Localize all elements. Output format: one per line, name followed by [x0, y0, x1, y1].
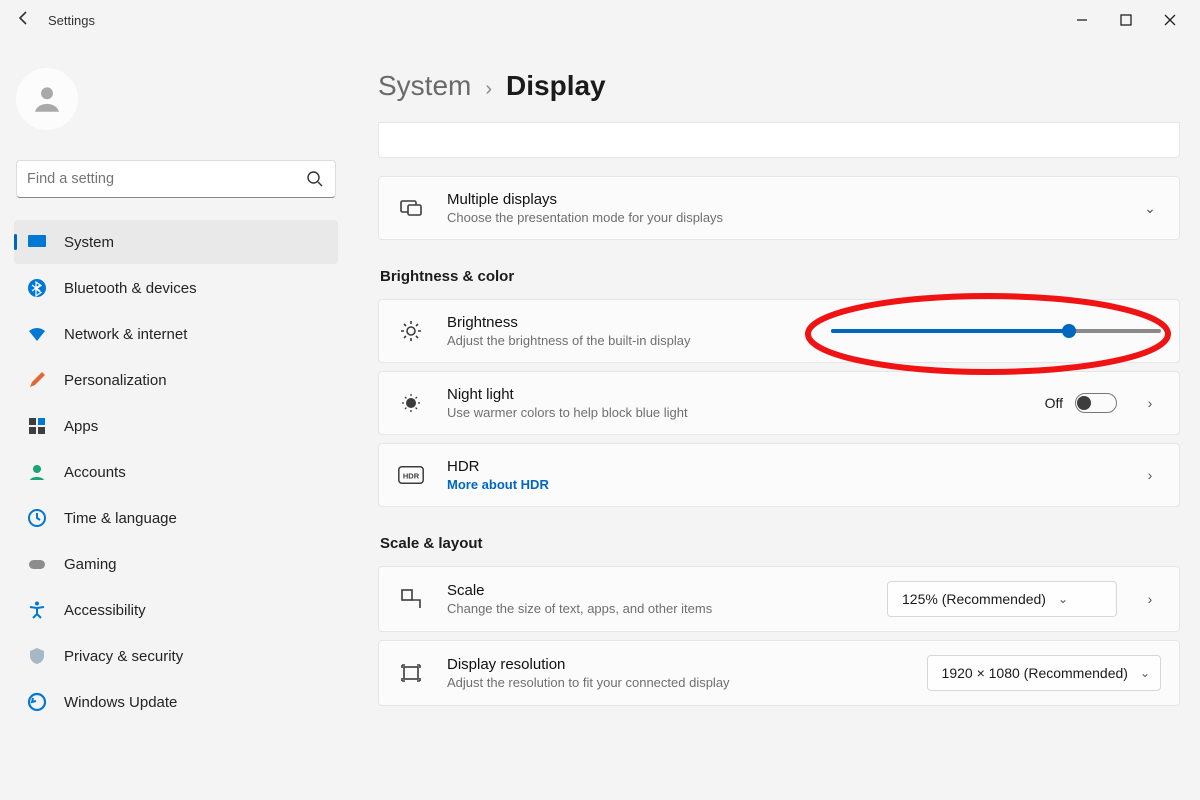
displays-icon: [397, 196, 425, 220]
sidebar-item-accessibility[interactable]: Accessibility: [14, 588, 338, 632]
card-title: HDR: [447, 458, 1117, 475]
bluetooth-icon: [26, 277, 48, 299]
sidebar-item-update[interactable]: Windows Update: [14, 680, 338, 724]
navigation: System Bluetooth & devices Network & int…: [14, 220, 338, 724]
brightness-slider[interactable]: [831, 329, 1161, 333]
accessibility-icon: [26, 599, 48, 621]
avatar[interactable]: [16, 68, 78, 130]
resolution-row[interactable]: Display resolution Adjust the resolution…: [378, 640, 1180, 706]
card-subtitle: Adjust the resolution to fit your connec…: [447, 675, 905, 690]
sun-icon: [397, 319, 425, 343]
chevron-right-icon[interactable]: ›: [1139, 591, 1161, 607]
accounts-icon: [26, 461, 48, 483]
partially-visible-card: [378, 122, 1180, 158]
system-icon: [26, 231, 48, 253]
chevron-right-icon: ›: [485, 78, 492, 101]
brightness-row: Brightness Adjust the brightness of the …: [378, 299, 1180, 363]
breadcrumb-parent[interactable]: System: [378, 70, 471, 102]
sidebar-item-label: Bluetooth & devices: [64, 280, 197, 297]
sidebar-item-label: System: [64, 234, 114, 251]
section-brightness-color: Brightness & color: [380, 268, 1180, 285]
sidebar-item-label: Apps: [64, 418, 98, 435]
sidebar-item-time-language[interactable]: Time & language: [14, 496, 338, 540]
sidebar-item-label: Personalization: [64, 372, 167, 389]
sidebar-item-label: Time & language: [64, 510, 177, 527]
breadcrumb: System › Display: [378, 70, 1180, 102]
minimize-button[interactable]: [1060, 6, 1104, 34]
night-light-row[interactable]: Night light Use warmer colors to help bl…: [378, 371, 1180, 435]
scale-row[interactable]: Scale Change the size of text, apps, and…: [378, 566, 1180, 632]
night-light-icon: [397, 391, 425, 415]
card-title: Display resolution: [447, 656, 905, 673]
card-title: Night light: [447, 386, 1023, 403]
sidebar-item-bluetooth[interactable]: Bluetooth & devices: [14, 266, 338, 310]
chevron-down-icon[interactable]: ⌄: [1139, 200, 1161, 217]
search-icon: [306, 170, 324, 188]
multiple-displays-row[interactable]: Multiple displays Choose the presentatio…: [378, 176, 1180, 240]
sidebar-item-label: Privacy & security: [64, 648, 183, 665]
card-subtitle: Change the size of text, apps, and other…: [447, 601, 865, 616]
section-scale-layout: Scale & layout: [380, 535, 1180, 552]
user-icon: [30, 82, 64, 116]
apps-icon: [26, 415, 48, 437]
chevron-right-icon[interactable]: ›: [1139, 467, 1161, 483]
clock-icon: [26, 507, 48, 529]
card-subtitle: Use warmer colors to help block blue lig…: [447, 405, 1023, 420]
sidebar-item-label: Accessibility: [64, 602, 146, 619]
sidebar-item-label: Windows Update: [64, 694, 177, 711]
hdr-row[interactable]: HDR HDR More about HDR ›: [378, 443, 1180, 507]
sidebar-item-label: Network & internet: [64, 326, 187, 343]
resolution-icon: [397, 661, 425, 685]
maximize-button[interactable]: [1104, 6, 1148, 34]
search-input[interactable]: [16, 160, 336, 198]
brush-icon: [26, 369, 48, 391]
sidebar-item-label: Accounts: [64, 464, 126, 481]
sidebar-item-network[interactable]: Network & internet: [14, 312, 338, 356]
slider-thumb[interactable]: [1062, 324, 1076, 338]
hdr-link[interactable]: More about HDR: [447, 477, 1117, 492]
chevron-down-icon: ⌄: [1140, 666, 1150, 680]
night-light-toggle[interactable]: [1075, 393, 1117, 413]
dropdown-value: 1920 × 1080 (Recommended): [942, 665, 1128, 681]
wifi-icon: [26, 323, 48, 345]
sidebar-item-apps[interactable]: Apps: [14, 404, 338, 448]
search-field[interactable]: [16, 160, 336, 198]
toggle-state-label: Off: [1045, 395, 1063, 411]
sidebar-item-gaming[interactable]: Gaming: [14, 542, 338, 586]
sidebar: System Bluetooth & devices Network & int…: [0, 40, 348, 800]
back-button[interactable]: [8, 10, 40, 31]
card-subtitle: Choose the presentation mode for your di…: [447, 210, 1117, 225]
dropdown-value: 125% (Recommended): [902, 591, 1046, 607]
sidebar-item-system[interactable]: System: [14, 220, 338, 264]
chevron-right-icon[interactable]: ›: [1139, 395, 1161, 411]
resolution-dropdown[interactable]: 1920 × 1080 (Recommended) ⌄: [927, 655, 1161, 691]
hdr-icon: HDR: [397, 466, 425, 484]
update-icon: [26, 691, 48, 713]
close-button[interactable]: [1148, 6, 1192, 34]
titlebar: Settings: [0, 0, 1200, 40]
svg-text:HDR: HDR: [403, 472, 420, 481]
chevron-down-icon: ⌄: [1058, 592, 1068, 606]
page-title: Display: [506, 70, 606, 102]
app-title: Settings: [48, 13, 95, 28]
card-subtitle: Adjust the brightness of the built-in di…: [447, 333, 809, 348]
sidebar-item-privacy[interactable]: Privacy & security: [14, 634, 338, 678]
shield-icon: [26, 645, 48, 667]
main-content: System › Display Multiple displays Choos…: [348, 40, 1200, 800]
scale-icon: [397, 587, 425, 611]
card-title: Brightness: [447, 314, 809, 331]
scale-dropdown[interactable]: 125% (Recommended) ⌄: [887, 581, 1117, 617]
card-title: Multiple displays: [447, 191, 1117, 208]
card-title: Scale: [447, 582, 865, 599]
sidebar-item-label: Gaming: [64, 556, 117, 573]
sidebar-item-personalization[interactable]: Personalization: [14, 358, 338, 402]
sidebar-item-accounts[interactable]: Accounts: [14, 450, 338, 494]
gaming-icon: [26, 553, 48, 575]
